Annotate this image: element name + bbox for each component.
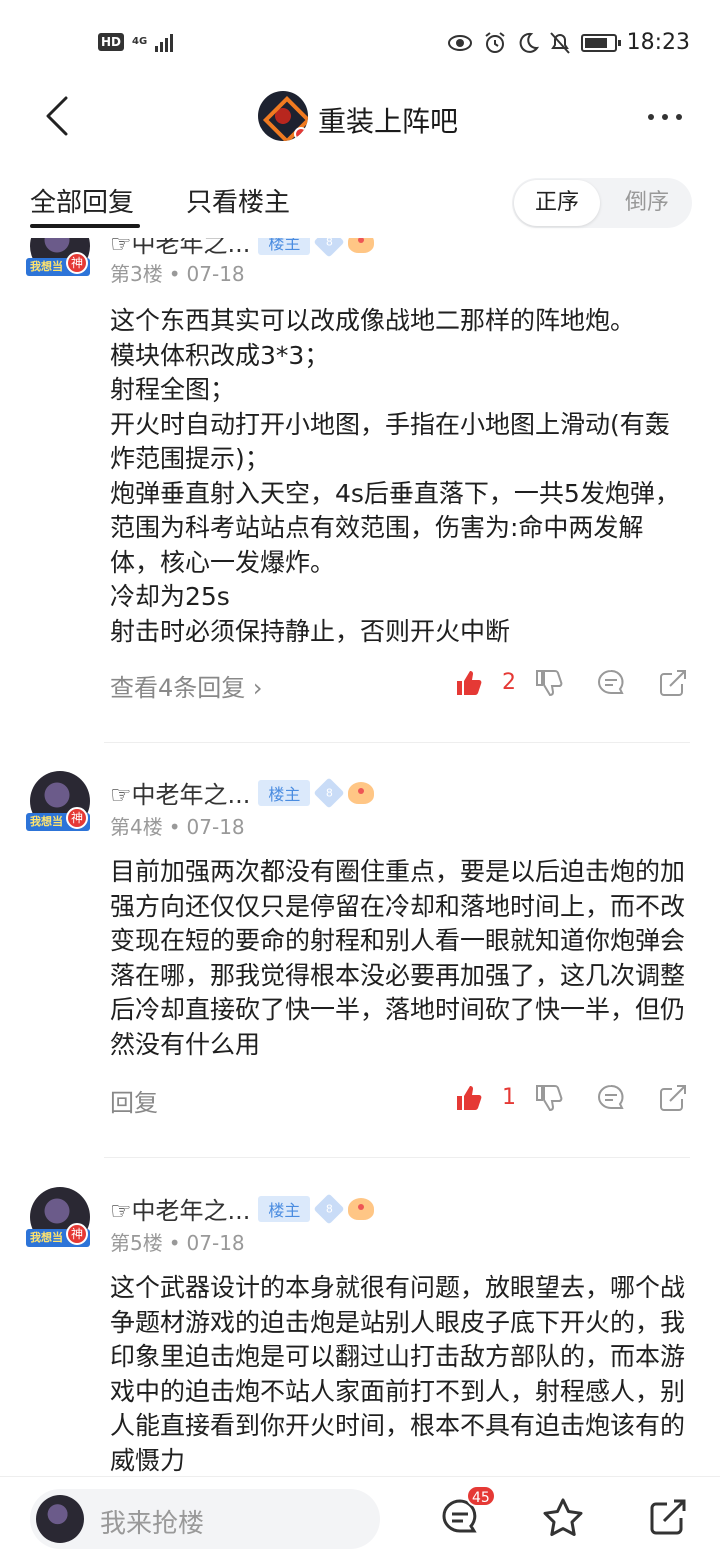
god-badge: 神 <box>66 807 88 829</box>
floor-number: 第3楼 <box>110 262 163 286</box>
sort-toggle: 正序 倒序 <box>512 178 692 228</box>
post-content: 目前加强两次都没有圈住重点，要是以后迫击炮的加强方向还仅仅只是停留在冷却和落地时… <box>110 857 686 1059</box>
op-badge: 楼主 <box>258 1195 311 1222</box>
post-meta: 第3楼 • 07-18 <box>110 262 245 286</box>
user-avatar[interactable]: 我想当 神 <box>26 771 90 831</box>
post-date: 07-18 <box>186 1231 245 1255</box>
post-content: 这个东西其实可以改成像战地二那样的阵地炮。 模块体积改成3*3； 射程全图； 开… <box>110 306 680 646</box>
comment-count-badge: 45 <box>466 1485 496 1507</box>
reply-input[interactable]: 我来抢楼 <box>30 1489 380 1549</box>
comment-icon[interactable] <box>596 1083 626 1113</box>
username[interactable]: ☞中老年之... <box>110 1191 250 1226</box>
divider <box>104 1157 690 1158</box>
thumbs-up-icon[interactable] <box>454 1083 484 1113</box>
thumbs-up-icon[interactable] <box>454 668 484 698</box>
post-actions: 查看4条回复 › 2 <box>110 664 690 704</box>
gamepad-icon <box>348 1197 375 1220</box>
share-icon[interactable] <box>648 1497 688 1537</box>
op-badge: 楼主 <box>258 779 311 806</box>
view-replies-link[interactable]: 查看4条回复 › <box>110 668 263 703</box>
share-icon[interactable] <box>658 1083 688 1113</box>
post-content: 这个武器设计的本身就很有问题，放眼望去，哪个战争题材游戏的迫击炮是站别人眼皮子底… <box>110 1273 686 1475</box>
post-date: 07-18 <box>186 815 245 839</box>
divider <box>104 742 690 743</box>
reply-link[interactable]: 回复 <box>110 1083 158 1118</box>
level-badge: 8 <box>313 776 345 809</box>
like-count: 1 <box>502 1085 516 1110</box>
thumbs-down-icon[interactable] <box>534 668 564 698</box>
tab-indicator <box>30 224 140 228</box>
tab-all-replies[interactable]: 全部回复 <box>30 182 134 219</box>
comment-icon[interactable] <box>596 668 626 698</box>
bottom-bar: 我来抢楼 45 <box>0 1476 720 1560</box>
reply-placeholder: 我来抢楼 <box>100 1509 205 1539</box>
post-meta: 第5楼 • 07-18 <box>110 1231 245 1255</box>
sort-descending-button[interactable]: 倒序 <box>604 180 690 226</box>
god-badge: 神 <box>66 1223 88 1245</box>
username[interactable]: ☞中老年之... <box>110 775 250 810</box>
tab-op-only[interactable]: 只看楼主 <box>186 182 290 219</box>
god-badge: 神 <box>66 252 88 274</box>
post-date: 07-18 <box>186 262 245 286</box>
post-actions: 回复 1 <box>110 1079 690 1119</box>
floor-number: 第4楼 <box>110 815 163 839</box>
star-icon[interactable] <box>542 1497 584 1537</box>
post-meta: 第4楼 • 07-18 <box>110 815 245 839</box>
thumbs-down-icon[interactable] <box>534 1083 564 1113</box>
sort-ascending-button[interactable]: 正序 <box>514 180 600 226</box>
reply-tabs: 全部回复 只看楼主 正序 倒序 <box>0 166 720 238</box>
user-avatar[interactable]: 我想当 神 <box>26 1187 90 1247</box>
share-icon[interactable] <box>658 668 688 698</box>
level-badge: 8 <box>313 1192 345 1225</box>
floor-number: 第5楼 <box>110 1231 163 1255</box>
like-count: 2 <box>502 670 516 695</box>
gamepad-icon <box>348 781 375 804</box>
my-avatar <box>36 1495 84 1543</box>
